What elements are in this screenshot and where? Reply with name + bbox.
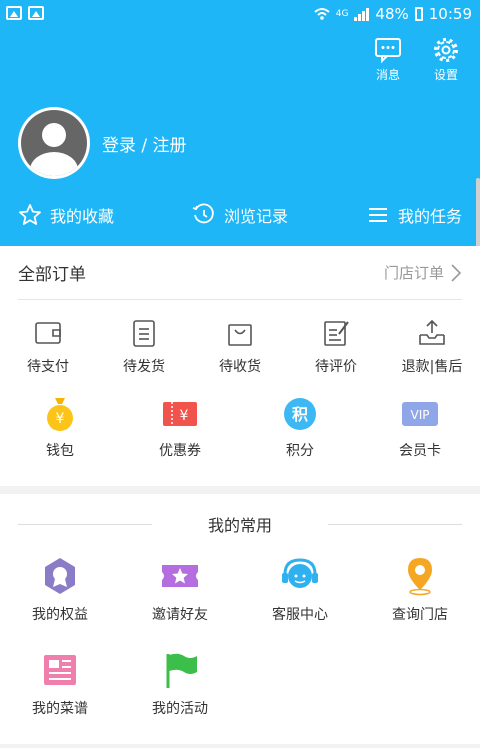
order-pending-receipt[interactable]: 待收货 [192,318,288,376]
clock: 10:59 [428,5,472,23]
order-label: 待支付 [27,359,69,375]
coupon-glyph: ¥ [180,408,189,424]
my-activities-label: 我的活动 [152,701,208,717]
user-silhouette-icon [30,123,78,176]
orders-card: 全部订单 门店订单 待支付 待发货 待收货 待评价 退款|售后 ¥ 钱包 ¥ 优… [0,246,480,486]
tasks-link[interactable]: 我的任务 [366,198,462,232]
common-functions-card: 我的常用 我的权益 邀请好友 客服中心 查询门店 我的菜谱 我的活动 [0,494,480,744]
network-type: 4G [335,9,349,19]
battery-icon [414,7,423,21]
ticket-star-icon [162,565,198,587]
recipe-icon [44,655,76,685]
avatar [18,107,90,179]
invite-friends-label: 邀请好友 [152,607,208,623]
my-recipes-label: 我的菜谱 [32,701,88,717]
coupon-icon: ¥ [163,402,197,426]
store-orders-label: 门店订单 [383,264,444,282]
settings-label: 设置 [433,68,458,82]
messages-label: 消息 [375,68,400,82]
clipboard-icon [133,320,155,347]
order-pending-review[interactable]: 待评价 [288,318,384,376]
order-refund-aftersale[interactable]: 退款|售后 [384,318,480,376]
order-pending-payment[interactable]: 待支付 [0,318,96,376]
messages-button[interactable]: 消息 [370,36,406,83]
vip-glyph: VIP [411,408,430,422]
message-icon [375,38,401,64]
shopping-bag-icon [228,324,252,346]
image-notification-icon [28,6,44,20]
my-activities-button[interactable]: 我的活动 [120,650,240,744]
settings-button[interactable]: 设置 [428,36,464,83]
image-notification-icon [6,6,22,20]
order-label: 退款|售后 [401,359,463,375]
my-benefits-label: 我的权益 [32,607,88,623]
coupons-label: 优惠券 [159,443,201,459]
favorites-label: 我的收藏 [50,207,115,226]
money-bag-glyph: ¥ [56,411,65,427]
inbox-upload-icon [419,319,445,345]
order-label: 待收货 [219,359,261,375]
gear-icon [434,38,458,62]
star-icon [19,204,41,225]
find-store-label: 查询门店 [392,607,448,623]
signal-icon [354,7,370,21]
money-bag-icon: ¥ [47,398,73,431]
wallet-button[interactable]: ¥ 钱包 [0,394,120,460]
status-bar: 4G 48% 10:59 [0,0,480,30]
location-pin-icon [408,558,432,596]
headset-icon [282,558,318,588]
vip-card-icon: VIP [402,402,438,426]
wallet-outline-icon [35,322,61,344]
points-icon: 积 [284,398,316,430]
edit-note-icon [324,321,349,346]
common-functions-title: 我的常用 [207,516,272,535]
coupons-button[interactable]: ¥ 优惠券 [120,394,240,460]
membership-card-label: 会员卡 [399,443,441,459]
customer-service-button[interactable]: 客服中心 [240,556,360,650]
find-store-button[interactable]: 查询门店 [360,556,480,650]
badge-icon [45,558,75,594]
history-icon [192,203,214,224]
invite-friends-button[interactable]: 邀请好友 [120,556,240,650]
login-register-link[interactable]: 登录 / 注册 [18,107,187,179]
my-recipes-button[interactable]: 我的菜谱 [0,650,120,744]
favorites-link[interactable]: 我的收藏 [18,198,114,232]
flag-icon [166,653,197,688]
history-link[interactable]: 浏览记录 [192,198,288,232]
store-orders-link[interactable]: 门店订单 [384,262,462,283]
order-label: 待发货 [123,359,165,375]
profile-header: 4G 48% 10:59 消息 设置 登录 / 注册 我的收藏 浏览记录 我的任… [0,0,480,246]
tasks-label: 我的任务 [397,207,462,226]
my-benefits-button[interactable]: 我的权益 [0,556,120,650]
chevron-right-icon [451,263,462,282]
points-button[interactable]: 积 积分 [240,394,360,460]
history-label: 浏览记录 [223,207,288,226]
customer-service-label: 客服中心 [272,607,328,623]
order-pending-shipment[interactable]: 待发货 [96,318,192,376]
points-glyph: 积 [292,405,308,424]
wifi-icon [314,8,330,20]
list-icon [368,208,387,222]
order-label: 待评价 [315,359,357,375]
login-register-label: 登录 / 注册 [102,135,187,156]
membership-card-button[interactable]: VIP 会员卡 [360,394,480,460]
points-label: 积分 [286,443,314,459]
battery-percent: 48% [375,5,409,23]
wallet-label: 钱包 [46,443,74,459]
all-orders-title[interactable]: 全部订单 [18,260,86,285]
